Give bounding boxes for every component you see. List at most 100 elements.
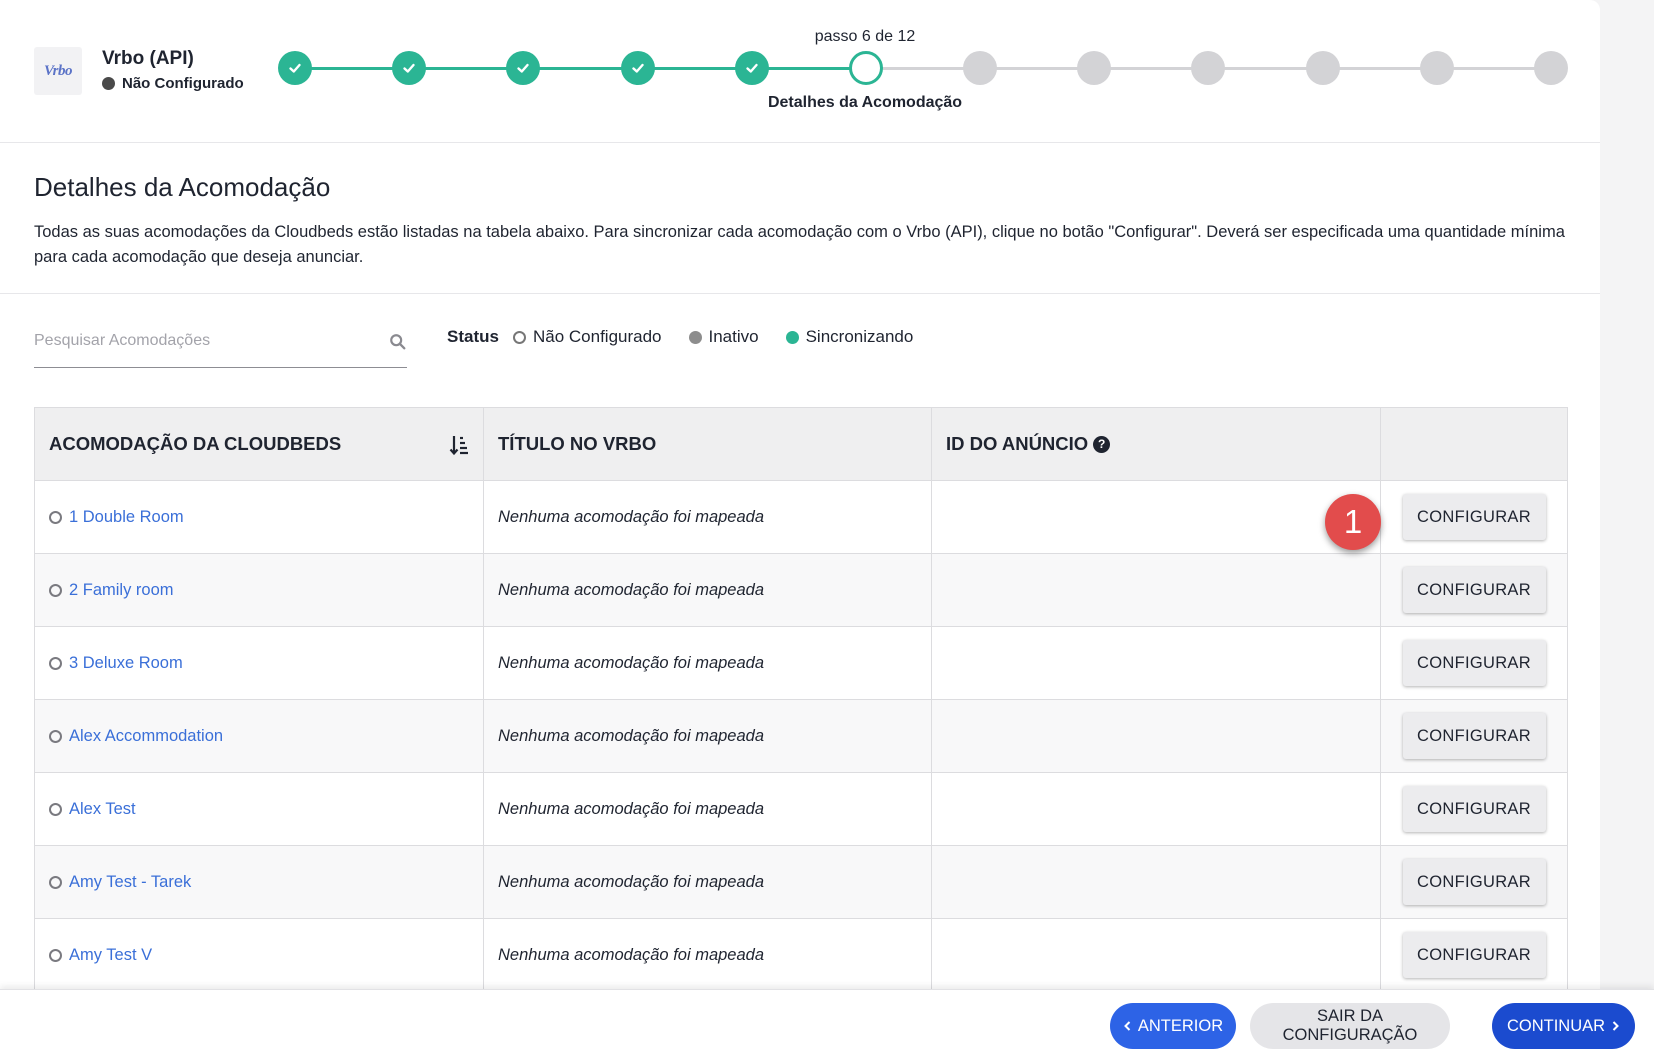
app-title: Vrbo (API) — [102, 48, 194, 69]
step-completed — [620, 51, 655, 85]
cell-accommodation: 3 Deluxe Room — [35, 627, 484, 699]
vrbo-logo: Vrbo — [34, 47, 82, 95]
step-pending — [963, 51, 998, 85]
table-body: 1 Double Room Nenhuma acomodação foi mape… — [35, 481, 1567, 992]
search-input[interactable] — [34, 325, 364, 357]
cell-actions: CONFIGURAR — [1381, 627, 1567, 699]
app-status-label: Não Configurado — [122, 75, 244, 92]
section-title: Detalhes da Acomodação — [34, 172, 331, 202]
step-completed — [506, 51, 541, 85]
unmapped-text: Nenhuma acomodação foi mapeada — [498, 507, 765, 526]
status-not-configured-icon — [49, 875, 62, 889]
cell-listing-id — [932, 700, 1381, 772]
cell-vrbo-title: Nenhuma acomodação foi mapeada — [484, 700, 932, 772]
green-dot-icon — [785, 330, 799, 344]
status-legend: Status Não Configurado Inativo Sincroniz… — [447, 327, 940, 347]
cell-actions: CONFIGURAR — [1381, 481, 1567, 553]
cell-vrbo-title: Nenhuma acomodação foi mapeada — [484, 919, 932, 991]
section-description: Todas as suas acomodações da Cloudbeds e… — [34, 223, 1565, 266]
cell-accommodation: Alex Test — [35, 773, 484, 845]
status-not-configured-icon — [49, 510, 62, 524]
step-current — [848, 51, 883, 85]
unmapped-text: Nenhuma acomodação foi mapeada — [498, 580, 765, 599]
cell-vrbo-title: Nenhuma acomodação foi mapeada — [484, 554, 932, 626]
previous-button[interactable]: ANTERIOR — [1110, 1003, 1236, 1049]
configure-button[interactable]: CONFIGURAR — [1402, 713, 1546, 759]
unmapped-text: Nenhuma acomodação foi mapeada — [498, 945, 765, 964]
column-header-cloudbeds: ACOMODAÇÃO DA CLOUDBEDS — [35, 408, 484, 480]
continue-button[interactable]: CONTINUAR — [1492, 1003, 1635, 1049]
cell-listing-id — [932, 919, 1381, 991]
help-question-icon[interactable]: ? — [1093, 435, 1111, 453]
accommodation-link[interactable]: 1 Double Room — [69, 508, 184, 527]
table-row: Alex Test Nenhuma acomodação foi mapeada C… — [35, 773, 1567, 846]
step-pending — [1077, 51, 1112, 85]
app-status: Não Configurado — [102, 75, 244, 92]
annotation-marker: 1 — [1325, 494, 1381, 550]
wizard-header: Vrbo Vrbo (API) Não Configurado passo 6 … — [0, 0, 1600, 143]
configure-button[interactable]: CONFIGURAR — [1402, 494, 1546, 540]
vrbo-logo-text: Vrbo — [43, 62, 73, 79]
status-not-configured-icon — [49, 656, 62, 670]
table-row: 3 Deluxe Room Nenhuma acomodação foi mape… — [35, 627, 1567, 700]
checkmark-icon — [517, 63, 530, 73]
cell-vrbo-title: Nenhuma acomodação foi mapeada — [484, 481, 932, 553]
accommodation-link[interactable]: Amy Test V — [69, 946, 152, 965]
status-dot-icon — [102, 77, 115, 90]
checkmark-icon — [631, 63, 644, 73]
legend-item-not-configured: Não Configurado — [512, 327, 662, 347]
progress-stepper — [278, 51, 1568, 85]
cell-accommodation: Alex Accommodation — [35, 700, 484, 772]
legend-item-inactive: Inativo — [688, 327, 759, 347]
column-header-listing-id: ID DO ANÚNCIO ? — [932, 408, 1381, 480]
accommodation-link[interactable]: 2 Family room — [69, 581, 174, 600]
section-divider — [0, 293, 1600, 294]
unmapped-text: Nenhuma acomodação foi mapeada — [498, 872, 765, 891]
chevron-right-icon — [1612, 1021, 1619, 1031]
status-not-configured-icon — [49, 583, 62, 597]
step-completed — [278, 51, 312, 85]
accommodation-link[interactable]: Alex Accommodation — [69, 727, 223, 746]
configure-button[interactable]: CONFIGURAR — [1402, 932, 1546, 978]
cell-accommodation: 2 Family room — [35, 554, 484, 626]
setup-card: Vrbo Vrbo (API) Não Configurado passo 6 … — [0, 0, 1600, 1062]
configure-button[interactable]: CONFIGURAR — [1402, 640, 1546, 686]
cell-actions: CONFIGURAR — [1381, 846, 1567, 918]
cell-accommodation: Amy Test V — [35, 919, 484, 991]
accommodation-link[interactable]: 3 Deluxe Room — [69, 654, 183, 673]
cell-actions: CONFIGURAR — [1381, 773, 1567, 845]
configure-button[interactable]: CONFIGURAR — [1402, 786, 1546, 832]
accommodation-link[interactable]: Amy Test - Tarek — [69, 873, 191, 892]
table-row: Amy Test - Tarek Nenhuma acomodação foi m… — [35, 846, 1567, 919]
cell-listing-id — [932, 773, 1381, 845]
cell-listing-id — [932, 627, 1381, 699]
cell-vrbo-title: Nenhuma acomodação foi mapeada — [484, 773, 932, 845]
configure-button[interactable]: CONFIGURAR — [1402, 859, 1546, 905]
cell-actions: CONFIGURAR — [1381, 700, 1567, 772]
checkmark-icon — [746, 63, 758, 73]
configure-button[interactable]: CONFIGURAR — [1402, 567, 1546, 613]
cell-actions: CONFIGURAR — [1381, 554, 1567, 626]
empty-circle-icon — [512, 330, 526, 344]
sort-ascending-icon[interactable] — [449, 434, 469, 456]
search-icon[interactable] — [389, 333, 407, 351]
table-row: Alex Accommodation Nenhuma acomodação foi… — [35, 700, 1567, 773]
status-not-configured-icon — [49, 948, 62, 962]
step-pending — [1534, 51, 1568, 85]
chevron-left-icon — [1123, 1021, 1131, 1031]
step-pending — [1305, 51, 1340, 85]
accommodation-link[interactable]: Alex Test — [69, 800, 136, 819]
step-pending — [1419, 51, 1454, 85]
exit-setup-button[interactable]: SAIR DA CONFIGURAÇÃO — [1250, 1003, 1450, 1049]
cell-accommodation: 1 Double Room — [35, 481, 484, 553]
cell-accommodation: Amy Test - Tarek — [35, 846, 484, 918]
cell-listing-id — [932, 554, 1381, 626]
step-completed — [392, 51, 427, 85]
cell-listing-id — [932, 481, 1381, 553]
unmapped-text: Nenhuma acomodação foi mapeada — [498, 726, 765, 745]
accommodations-table: ACOMODAÇÃO DA CLOUDBEDS TÍTULO NO VRBO I… — [34, 407, 1568, 992]
checkmark-icon — [289, 63, 301, 73]
gray-dot-icon — [688, 330, 702, 344]
table-row: Amy Test V Nenhuma acomodação foi mapeada… — [35, 919, 1567, 992]
status-legend-label: Status — [447, 327, 499, 346]
